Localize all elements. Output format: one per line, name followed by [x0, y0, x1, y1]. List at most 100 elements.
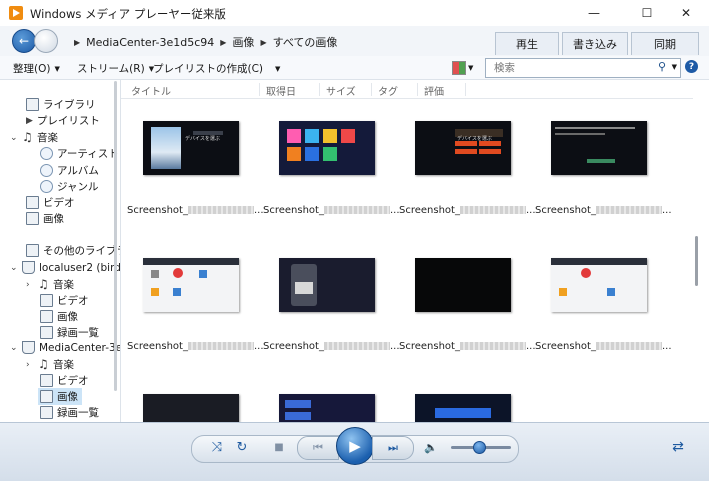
image-thumbnail[interactable]: デバイスを選ぶ: [415, 121, 511, 175]
sidebar-item-mediacenter-videos[interactable]: ビデオ: [40, 373, 89, 388]
sidebar-item-localuser[interactable]: ⌄ localuser2 (bird: [10, 261, 120, 274]
shuffle-button[interactable]: ⤨: [207, 437, 227, 457]
sidebar-item-pictures[interactable]: 画像: [26, 211, 64, 226]
artist-icon: [40, 147, 53, 160]
navigation-bar: ← ▶ MediaCenter-3e1d5c94 ▶ 画像 ▶ すべての画像 再…: [0, 26, 709, 56]
sidebar-item-label: その他のライブラリ: [43, 245, 120, 257]
sidebar-item-albums[interactable]: アルバム: [40, 163, 99, 178]
image-grid: デバイスを選ぶ デバイスを選ぶ Screenshot_... Screensho…: [121, 99, 693, 422]
help-button[interactable]: ?: [685, 60, 698, 73]
sidebar-item-label: ジャンル: [57, 181, 99, 193]
sidebar-item-label: MediaCenter-3e: [39, 341, 121, 354]
sidebar-item-label: 音楽: [37, 132, 58, 144]
image-thumbnail[interactable]: [279, 121, 375, 175]
navigation-pane: ライブラリ ▶ プレイリスト ⌄ ♫ 音楽 アーティスト アルバム ジャンル ビデオ …: [0, 80, 121, 422]
previous-button[interactable]: ⏮: [297, 436, 339, 460]
column-title[interactable]: タイトル: [125, 83, 171, 98]
breadcrumb-item[interactable]: すべての画像: [273, 34, 338, 50]
sidebar-item-other-libraries[interactable]: その他のライブラリ: [26, 243, 120, 258]
minimize-button[interactable]: —: [571, 0, 617, 26]
switch-to-now-playing-button[interactable]: ⇄: [667, 437, 689, 457]
sidebar-item-localuser-music[interactable]: › ♫ 音楽: [26, 277, 74, 292]
sidebar-item-music[interactable]: ⌄ ♫ 音楽: [10, 130, 58, 145]
stop-button[interactable]: ■: [270, 437, 288, 457]
sidebar-item-mediacenter[interactable]: ⌄ MediaCenter-3e: [10, 341, 121, 354]
image-thumbnail[interactable]: [143, 394, 239, 422]
repeat-button[interactable]: ↻: [232, 437, 252, 457]
image-thumbnail[interactable]: [279, 394, 375, 422]
volume-button[interactable]: 🔈: [422, 437, 440, 457]
chevron-right-icon: ▶: [26, 115, 33, 126]
sidebar-item-genres[interactable]: ジャンル: [40, 179, 98, 194]
image-thumbnail[interactable]: [551, 258, 647, 312]
library-icon: [26, 244, 39, 257]
chevron-down-icon: ▼: [54, 64, 60, 73]
forward-button[interactable]: [34, 29, 58, 53]
content-scrollbar[interactable]: [695, 236, 698, 286]
thumbnail-label: デバイスを選ぶ: [457, 136, 492, 142]
image-thumbnail[interactable]: [415, 258, 511, 312]
image-thumbnail[interactable]: [279, 258, 375, 312]
organize-menu[interactable]: 整理(O) ▼: [13, 61, 60, 76]
column-size[interactable]: サイズ: [319, 83, 356, 98]
media-player-icon: [9, 6, 23, 20]
sidebar-item-label: 録画一覧: [57, 407, 99, 419]
stream-menu[interactable]: ストリーム(R) ▼: [77, 61, 154, 76]
sidebar-item-playlists[interactable]: ▶ プレイリスト: [26, 113, 100, 128]
play-button[interactable]: ▶: [336, 427, 374, 465]
sidebar-item-artists[interactable]: アーティスト: [40, 146, 119, 161]
close-button[interactable]: ✕: [663, 0, 709, 26]
search-icon[interactable]: ⚲: [658, 60, 666, 73]
breadcrumb-separator-icon: ▶: [260, 37, 267, 47]
sidebar-item-localuser-pictures[interactable]: 画像: [40, 309, 78, 324]
image-thumbnail[interactable]: [415, 394, 511, 422]
breadcrumb-separator-icon: ▶: [74, 37, 81, 47]
image-thumbnail[interactable]: デバイスを選ぶ: [143, 121, 239, 175]
recorded-tv-icon: [40, 326, 53, 339]
sidebar-item-mediacenter-recordings[interactable]: 録画一覧: [40, 405, 99, 420]
album-icon: [40, 164, 53, 177]
column-rating[interactable]: 評価: [417, 83, 444, 98]
next-button[interactable]: ⏭: [372, 436, 414, 460]
sidebar-item-label: 画像: [57, 311, 78, 323]
column-tags[interactable]: タグ: [371, 83, 398, 98]
sidebar-item-label: アーティスト: [57, 148, 119, 160]
breadcrumb-item[interactable]: 画像: [232, 34, 254, 50]
sidebar-item-videos[interactable]: ビデオ: [26, 195, 75, 210]
sidebar-item-mediacenter-pictures[interactable]: 画像: [38, 388, 82, 405]
music-note-icon: ♫: [38, 277, 49, 291]
sidebar-item-library[interactable]: ライブラリ: [26, 97, 96, 112]
sidebar-item-label: 音楽: [53, 359, 74, 371]
search-box: ⚲ ▼: [485, 58, 681, 78]
thumbnail-label: デバイスを選ぶ: [185, 136, 220, 142]
genre-icon: [40, 180, 53, 193]
column-date-taken[interactable]: 取得日: [259, 83, 296, 98]
organize-label: 整理(O): [13, 63, 51, 75]
library-icon: [26, 98, 39, 111]
music-note-icon: ♫: [38, 357, 49, 371]
create-playlist-menu[interactable]: プレイリストの作成(C) ▼: [153, 61, 280, 76]
sidebar-item-mediacenter-music[interactable]: › ♫ 音楽: [26, 357, 74, 372]
search-input[interactable]: [492, 61, 646, 75]
chevron-down-icon[interactable]: ▼: [672, 63, 677, 71]
picture-icon: [26, 212, 39, 225]
sidebar-item-label: ビデオ: [57, 375, 89, 387]
chevron-down-icon: ⌄: [10, 132, 18, 143]
tab-burn[interactable]: 書き込み: [562, 32, 628, 55]
volume-slider-handle[interactable]: [473, 441, 486, 454]
image-thumbnail[interactable]: [143, 258, 239, 312]
breadcrumb: ▶ MediaCenter-3e1d5c94 ▶ 画像 ▶ すべての画像: [74, 34, 337, 50]
tab-sync[interactable]: 同期: [631, 32, 699, 55]
breadcrumb-item[interactable]: MediaCenter-3e1d5c94: [86, 36, 214, 49]
view-options-icon[interactable]: [452, 61, 466, 75]
music-note-icon: ♫: [22, 130, 33, 144]
sidebar-item-localuser-recordings[interactable]: 録画一覧: [40, 325, 99, 340]
image-thumbnail[interactable]: [551, 121, 647, 175]
tab-play[interactable]: 再生: [495, 32, 559, 55]
chevron-down-icon[interactable]: ▼: [468, 64, 473, 72]
image-caption: Screenshot_...: [127, 341, 264, 352]
chevron-down-icon: ⌄: [10, 342, 18, 353]
back-button[interactable]: ←: [12, 29, 36, 53]
navigation-pane-scrollbar[interactable]: [114, 81, 117, 391]
sidebar-item-localuser-videos[interactable]: ビデオ: [40, 293, 89, 308]
